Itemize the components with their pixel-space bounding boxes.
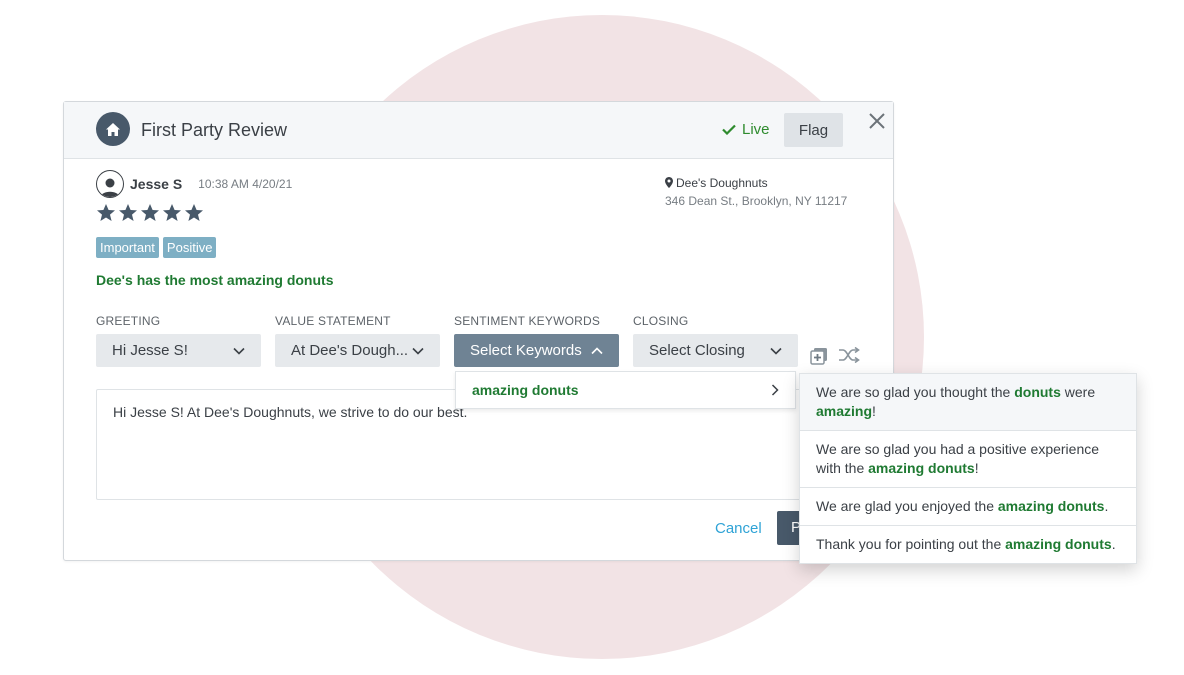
closing-select[interactable]: Select Closing (633, 334, 798, 367)
chevron-right-icon (771, 384, 779, 396)
map-pin-icon (665, 177, 673, 188)
star-icon (163, 204, 181, 221)
card-header: First Party Review Live Flag (64, 102, 893, 159)
close-icon[interactable] (866, 110, 888, 132)
chevron-up-icon (591, 346, 603, 354)
reviewer: Jesse S 10:38 AM 4/20/21 (96, 170, 292, 198)
suggestion-item[interactable]: We are so glad you thought the donuts we… (800, 374, 1136, 431)
flag-button[interactable]: Flag (784, 113, 843, 147)
add-template-icon[interactable] (810, 347, 828, 365)
review-text: Dee's has the most amazing donuts (96, 272, 334, 288)
location-address: 346 Dean St., Brooklyn, NY 11217 (665, 194, 848, 208)
sentiment-keywords-select[interactable]: Select Keywords (454, 334, 619, 367)
review-card: First Party Review Live Flag Jesse S 10:… (63, 101, 894, 561)
greeting-label: GREETING (96, 314, 161, 328)
suggestion-menu: We are so glad you thought the donuts we… (799, 373, 1137, 564)
user-icon (101, 178, 119, 197)
review-tags: Important Positive (96, 237, 217, 258)
sentiment-keywords-label: SENTIMENT KEYWORDS (454, 314, 601, 328)
template-tools (810, 347, 860, 365)
location-name: Dee's Doughnuts (665, 176, 768, 190)
reviewer-name: Jesse S (130, 176, 183, 192)
chevron-down-icon (770, 347, 782, 355)
review-timestamp: 10:38 AM 4/20/21 (198, 177, 293, 191)
suggestion-item[interactable]: We are so glad you had a positive experi… (800, 431, 1136, 488)
suggestion-item[interactable]: Thank you for pointing out the amazing d… (800, 526, 1136, 563)
cancel-button[interactable]: Cancel (715, 520, 762, 537)
star-icon (185, 204, 203, 221)
live-status: Live (722, 121, 770, 138)
greeting-select[interactable]: Hi Jesse S! (96, 334, 261, 367)
keyword-option: amazing donuts (472, 382, 579, 398)
star-rating (96, 203, 204, 223)
shuffle-icon[interactable] (838, 347, 860, 363)
live-label: Live (742, 121, 770, 138)
home-icon (96, 112, 130, 146)
star-icon (141, 204, 159, 221)
avatar (96, 170, 124, 198)
check-icon (722, 124, 736, 135)
suggestion-item[interactable]: We are glad you enjoyed the amazing donu… (800, 488, 1136, 526)
tag-positive[interactable]: Positive (162, 237, 217, 258)
value-statement-select[interactable]: At Dee's Dough... (275, 334, 440, 367)
chevron-down-icon (233, 347, 245, 355)
tag-important[interactable]: Important (96, 237, 159, 258)
page-title: First Party Review (141, 120, 288, 140)
closing-label: CLOSING (633, 314, 689, 328)
chevron-down-icon (412, 347, 424, 355)
keyword-menu-item[interactable]: amazing donuts (455, 371, 796, 409)
star-icon (119, 204, 137, 221)
value-statement-label: VALUE STATEMENT (275, 314, 391, 328)
star-icon (97, 204, 115, 221)
